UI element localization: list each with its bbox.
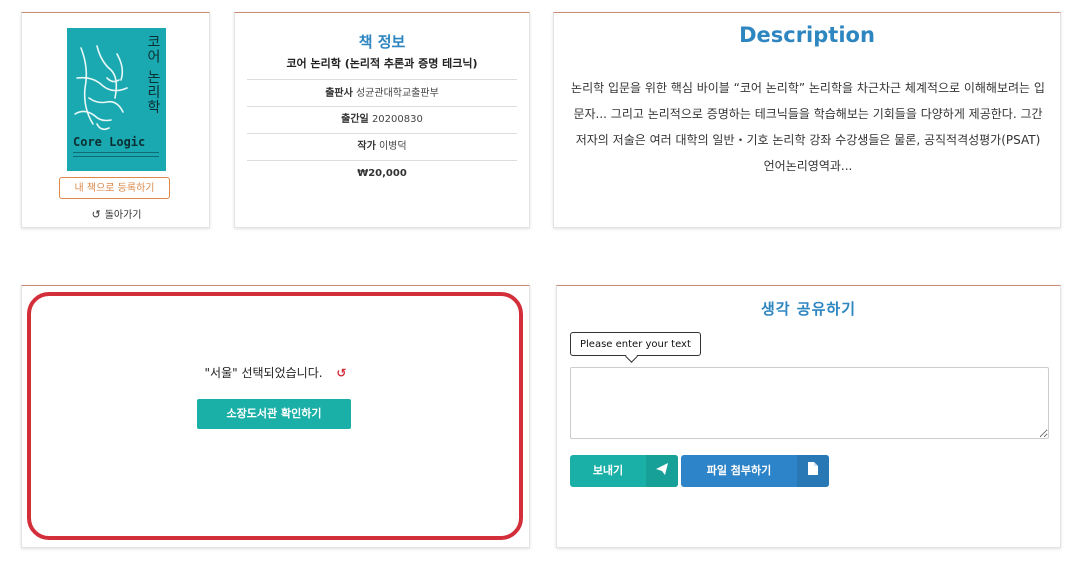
undo-icon: ↺ xyxy=(91,208,101,221)
attach-file-button[interactable]: 파일 첨부하기 xyxy=(681,455,829,487)
share-heading: 생각 공유하기 xyxy=(760,300,857,318)
selected-region-message: "서울" 선택되었습니다. ↺ xyxy=(22,364,529,381)
publisher-label: 출판사 xyxy=(325,88,353,99)
description-text: 논리학 입문을 위한 핵심 바이블 “코어 논리학” 논리학을 차근차근 체계적… xyxy=(571,81,1045,173)
publish-date-label: 출간일 xyxy=(341,114,369,125)
register-my-book-button[interactable]: 내 책으로 등록하기 xyxy=(59,177,170,199)
back-link[interactable]: ↺ 돌아가기 xyxy=(22,206,211,221)
back-link-label: 돌아가기 xyxy=(104,210,142,221)
send-button-label: 보내기 xyxy=(592,464,624,477)
paper-plane-icon xyxy=(646,455,678,487)
description-heading: Description xyxy=(739,23,875,47)
cover-title-korean: 코어 논리학 xyxy=(145,34,161,115)
file-icon xyxy=(797,455,829,487)
book-cover-image: 코어 논리학 Core Logic xyxy=(67,28,166,171)
book-title: 코어 논리학 (논리적 추론과 증명 테크닉) xyxy=(247,55,517,80)
publish-date-value: 20200830 xyxy=(371,114,423,125)
book-info-heading: 책 정보 xyxy=(358,33,406,51)
refresh-icon[interactable]: ↺ xyxy=(336,366,346,380)
send-button[interactable]: 보내기 xyxy=(570,455,678,487)
cover-title-english: Core Logic xyxy=(73,135,146,149)
publisher-row: 출판사 성균관대학교출판부 xyxy=(247,82,517,107)
check-library-button[interactable]: 소장도서관 확인하기 xyxy=(197,399,351,429)
author-value: 이병덕 xyxy=(378,141,407,152)
publish-date-row: 출간일 20200830 xyxy=(247,107,517,134)
book-cover-card: 코어 논리학 Core Logic 내 책으로 등록하기 ↺ 돌아가기 xyxy=(21,12,210,228)
book-info-card: 책 정보 코어 논리학 (논리적 추론과 증명 테크닉) 출판사 성균관대학교출… xyxy=(234,12,530,228)
input-tooltip: Please enter your text xyxy=(570,332,701,356)
cover-subtitle-lines xyxy=(73,152,159,157)
library-card: "서울" 선택되었습니다. ↺ 소장도서관 확인하기 xyxy=(21,285,530,548)
share-textarea[interactable] xyxy=(570,367,1049,439)
attach-file-label: 파일 첨부하기 xyxy=(706,464,772,477)
publisher-value: 성균관대학교출판부 xyxy=(355,88,439,99)
share-thoughts-card: 생각 공유하기 Please enter your text 보내기 파일 첨부… xyxy=(556,285,1061,548)
author-row: 작가 이병덕 xyxy=(247,134,517,161)
author-label: 작가 xyxy=(357,141,376,152)
description-card: Description 논리학 입문을 위한 핵심 바이블 “코어 논리학” 논… xyxy=(553,12,1061,228)
selected-region-text: "서울" 선택되었습니다. xyxy=(204,366,323,380)
price: ₩20,000 xyxy=(357,168,407,179)
